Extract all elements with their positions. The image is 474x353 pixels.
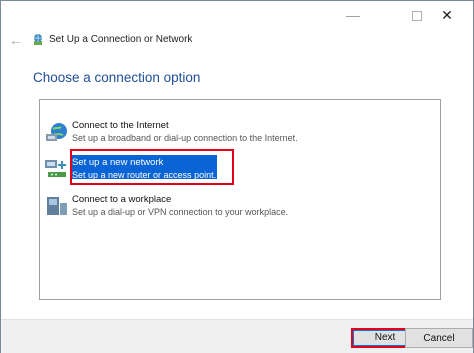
back-arrow-icon: ← (9, 32, 23, 48)
dialog-window: — ✕ ← Set Up a Connection or Network Cho… (0, 0, 474, 353)
close-button[interactable]: ✕ (433, 5, 461, 25)
option-connect-workplace[interactable]: Connect to a workplace Set up a dial-up … (40, 192, 440, 228)
minimize-icon: — (346, 7, 360, 23)
connection-options-list: Connect to the Internet Set up a broadba… (39, 99, 441, 300)
maximize-button[interactable] (403, 5, 431, 25)
cancel-button[interactable]: Cancel (405, 328, 473, 348)
workplace-computer-icon (47, 197, 67, 215)
close-icon: ✕ (441, 7, 453, 23)
globe-network-icon (46, 123, 67, 141)
option-title: Connect to the Internet (72, 120, 169, 131)
window-title: Set Up a Connection or Network (49, 34, 193, 45)
option-title: Connect to a workplace (72, 194, 172, 205)
back-button[interactable]: ← (7, 31, 25, 49)
page-heading: Choose a connection option (33, 70, 201, 85)
maximize-icon (412, 11, 422, 22)
option-new-network[interactable]: Set up a new network Set up a new router… (40, 149, 440, 191)
title-bar: — ✕ (1, 1, 473, 31)
annotation-highlight-box (70, 149, 234, 185)
option-description: Set up a dial-up or VPN connection to yo… (72, 207, 289, 217)
network-wizard-icon (34, 34, 42, 45)
minimize-button[interactable]: — (339, 5, 367, 25)
router-network-icon (45, 160, 66, 177)
option-description: Set up a broadband or dial-up connection… (72, 133, 298, 143)
button-bar: Next Cancel (1, 319, 473, 353)
